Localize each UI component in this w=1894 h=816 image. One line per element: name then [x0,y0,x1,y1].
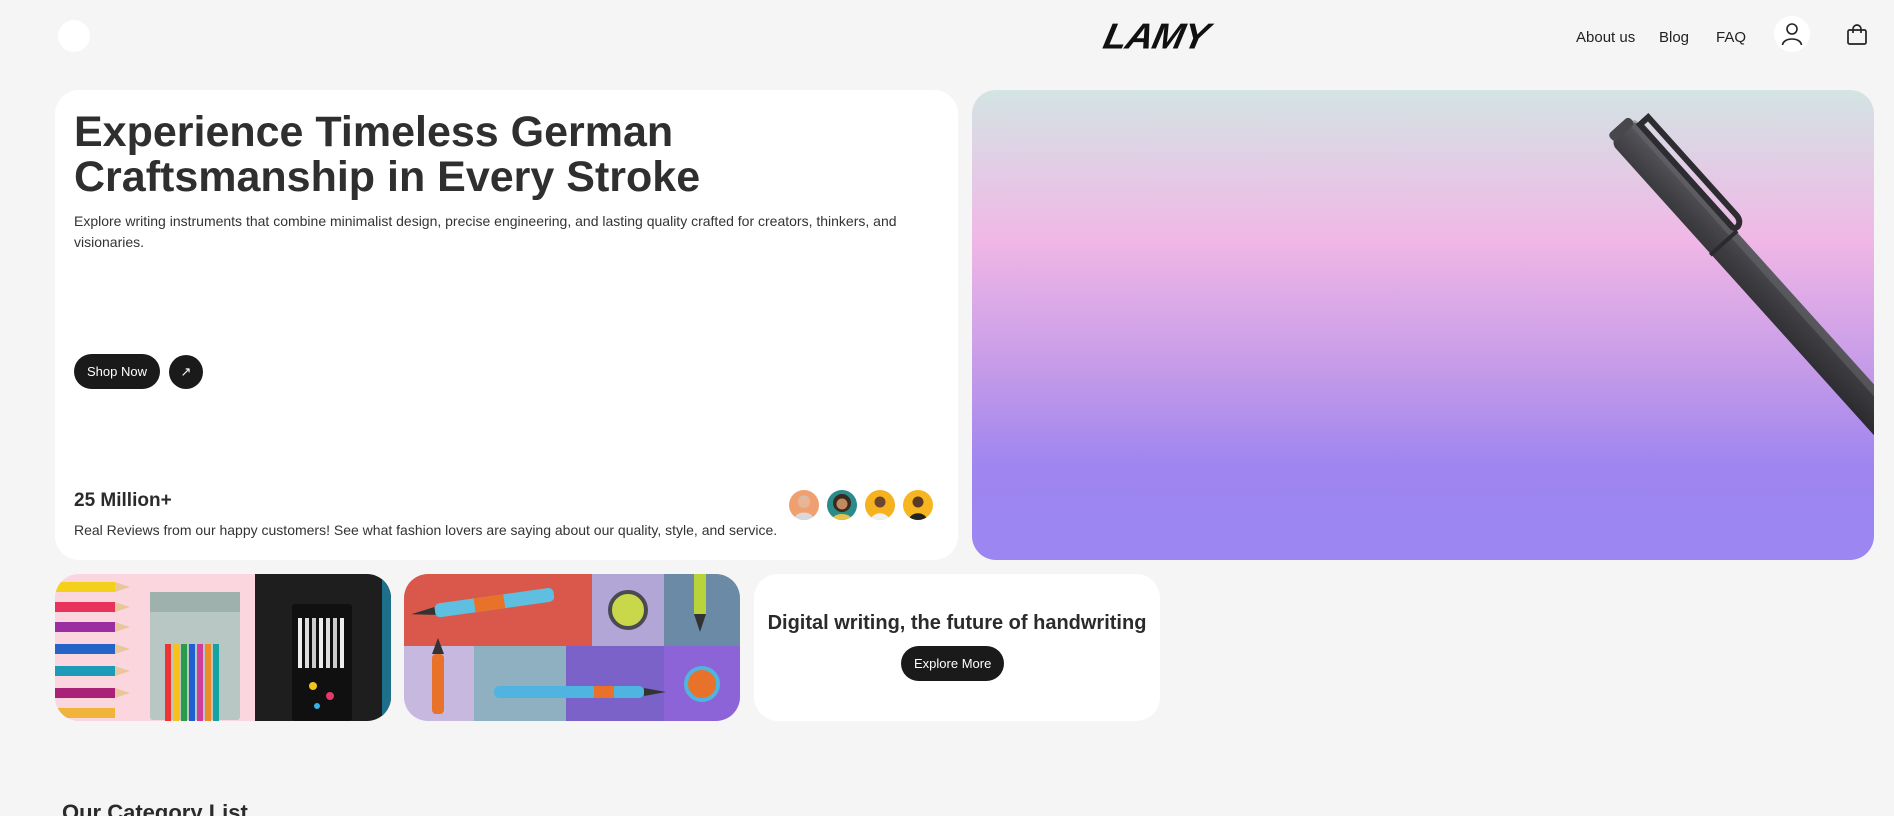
category-section-title: Our Category List [62,800,248,816]
cart-button[interactable] [1844,22,1870,48]
avatar [827,490,857,520]
site-header: LAMY About us Blog FAQ [0,0,1894,76]
menu-icon[interactable] [58,20,90,52]
avatar [789,490,819,520]
arrow-up-right-icon: ↗ [180,364,192,379]
hero-title: Experience Timeless German Craftsmanship… [74,108,701,201]
pencils-promo-card[interactable] [55,574,391,721]
avatar [903,490,933,520]
pens-collage-image [404,574,740,721]
digital-writing-card: Digital writing, the future of handwriti… [754,574,1160,721]
review-count: 25 Million+ [74,490,172,511]
colored-pencils-image [55,574,391,721]
shopping-bag-icon [1847,24,1867,45]
avatar [865,490,895,520]
hero-card: Experience Timeless German Craftsmanship… [55,90,958,560]
pen-illustration [1609,112,1874,442]
digital-writing-title: Digital writing, the future of handwriti… [767,612,1147,634]
brand-logo[interactable]: LAMY [1100,17,1212,58]
user-account-button[interactable] [1774,16,1810,52]
arrow-up-right-button[interactable]: ↗ [169,355,203,389]
nav-faq[interactable]: FAQ [1716,29,1746,46]
shop-now-button[interactable]: Shop Now [74,354,160,389]
hero-pen-image [972,90,1874,560]
explore-more-button[interactable]: Explore More [901,646,1005,681]
nav-blog[interactable]: Blog [1659,29,1689,46]
pens-collage-card[interactable] [404,574,740,721]
customer-avatars [789,490,933,520]
hero-description: Explore writing instruments that combine… [74,213,897,250]
user-icon [1781,23,1803,46]
review-description: Real Reviews from our happy customers! S… [74,522,778,538]
nav-about-us[interactable]: About us [1576,29,1635,46]
